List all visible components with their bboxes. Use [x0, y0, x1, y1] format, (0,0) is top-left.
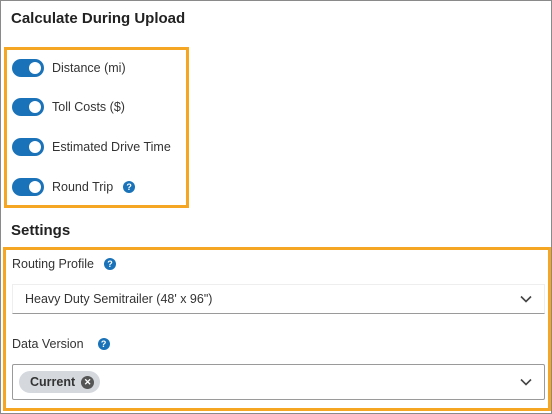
- toll-costs-label: Toll Costs ($): [52, 100, 125, 114]
- chevron-down-icon[interactable]: [520, 295, 532, 303]
- settings-panel: Calculate During Upload Distance (mi) To…: [0, 0, 552, 414]
- help-icon[interactable]: ?: [104, 258, 116, 270]
- routing-profile-select[interactable]: Heavy Duty Semitrailer (48' x 96"): [12, 284, 545, 314]
- help-icon[interactable]: ?: [123, 181, 136, 193]
- toggle-knob: [29, 101, 41, 113]
- routing-profile-field-label: Routing Profile ?: [12, 257, 116, 271]
- routing-profile-label: Routing Profile: [12, 257, 94, 271]
- distance-label: Distance (mi): [52, 61, 126, 75]
- distance-toggle[interactable]: [12, 59, 44, 77]
- data-version-field-label: Data Version ?: [12, 337, 110, 351]
- chip-label: Current: [30, 375, 76, 389]
- toggle-row-round-trip[interactable]: Round Trip ?: [12, 177, 136, 197]
- toggle-knob: [29, 141, 41, 153]
- routing-profile-value: Heavy Duty Semitrailer (48' x 96"): [25, 292, 213, 306]
- data-version-chip: Current ✕: [19, 371, 101, 393]
- toll-costs-toggle[interactable]: [12, 98, 44, 116]
- toggle-row-toll-costs[interactable]: Toll Costs ($): [12, 97, 125, 117]
- round-trip-toggle[interactable]: [12, 178, 44, 196]
- section-title-calculate: Calculate During Upload: [11, 10, 186, 27]
- drive-time-toggle[interactable]: [12, 138, 44, 156]
- toggle-knob: [29, 181, 41, 193]
- toggle-row-drive-time[interactable]: Estimated Drive Time: [12, 137, 171, 157]
- round-trip-label: Round Trip: [52, 180, 114, 194]
- drive-time-label: Estimated Drive Time: [52, 140, 171, 154]
- section-title-settings: Settings: [11, 222, 71, 239]
- toggle-knob: [29, 62, 41, 74]
- chevron-down-icon[interactable]: [520, 378, 532, 386]
- data-version-label: Data Version: [12, 337, 84, 351]
- toggle-row-distance[interactable]: Distance (mi): [12, 58, 126, 78]
- help-icon[interactable]: ?: [97, 338, 110, 350]
- data-version-select[interactable]: Current ✕: [12, 364, 545, 400]
- close-icon[interactable]: ✕: [81, 375, 95, 389]
